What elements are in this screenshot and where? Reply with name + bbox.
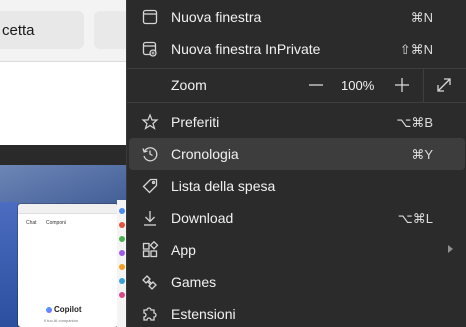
menu-item-label: Cronologia [171,146,239,162]
background-tab[interactable]: cetta [0,11,84,49]
menu-item-shortcut: ⌥⌘B [396,115,433,130]
menu-item-shopping-list[interactable]: Lista della spesa [129,170,465,202]
copilot-tagline: Il tuo AI companion [44,318,79,323]
menu-item-label: Nuova finestra [171,9,262,25]
zoom-control: Zoom 100% [129,68,465,102]
favorites-star-icon [141,113,159,131]
browser-settings-menu: Nuova finestra ⌘N Nuova finestra InPriva… [126,0,466,327]
games-icon [141,273,159,291]
submenu-chevron-right-icon [448,245,453,253]
price-tag-icon [141,177,159,195]
menu-item-history[interactable]: Cronologia ⌘Y [129,138,465,170]
thumbnail-tab-chat: Chat [26,220,37,226]
rail-icon [119,250,125,256]
background-page: cetta Chat Componi Copilot Il tuo AI com… [0,0,130,327]
menu-item-shortcut: ⌘N [410,10,433,25]
menu-item-shortcut: ⌘Y [411,147,433,162]
menu-item-games[interactable]: Games [129,266,465,298]
inprivate-window-icon [141,40,159,58]
zoom-divider [423,68,424,102]
menu-item-apps[interactable]: App [129,234,465,266]
menu-item-shortcut: ⌥⌘L [397,211,433,226]
background-divider [0,145,130,165]
zoom-in-plus-icon[interactable] [391,74,413,96]
menu-item-label: Preferiti [171,114,220,130]
menu-item-favorites[interactable]: Preferiti ⌥⌘B [129,106,465,138]
menu-item-label: Games [171,274,217,290]
copilot-logo: Copilot [46,305,82,314]
background-chip [94,11,130,49]
rail-icon [119,264,125,270]
window-icon [141,8,159,26]
menu-item-downloads[interactable]: Download ⌥⌘L [129,202,465,234]
menu-item-label: Estensioni [171,306,236,322]
zoom-level: 100% [341,78,375,93]
extensions-puzzle-icon [141,305,159,323]
menu-item-shortcut: ⇧⌘N [399,42,433,57]
menu-item-label: App [171,242,196,258]
menu-item-extensions[interactable]: Estensioni [129,298,465,327]
menu-separator [127,102,466,103]
apps-icon [141,241,159,259]
thumbnail-titlebar [18,204,118,214]
copilot-logo-text: Copilot [54,305,82,314]
rail-icon [119,292,125,298]
menu-item-label: Download [171,210,234,226]
fullscreen-expand-icon[interactable] [434,75,454,95]
background-wallpaper-strip [0,202,18,327]
rail-icon [119,222,125,228]
rail-icon [119,278,125,284]
rail-icon [119,236,125,242]
background-tab-text: cetta [2,22,35,39]
zoom-label: Zoom [171,77,207,93]
background-toolbar: cetta [0,0,130,62]
copilot-logo-icon [46,307,52,313]
menu-item-label: Lista della spesa [171,178,276,194]
download-icon [141,209,159,227]
thumbnail-tab-componi: Componi [46,220,67,226]
rail-icon [119,208,125,214]
zoom-out-minus-icon[interactable] [305,74,327,96]
menu-item-new-window[interactable]: Nuova finestra ⌘N [129,1,465,33]
copilot-window-thumbnail: Chat Componi Copilot Il tuo AI companion [18,204,118,327]
history-icon [141,145,159,163]
menu-item-new-inprivate-window[interactable]: Nuova finestra InPrivate ⇧⌘N [129,33,465,65]
menu-item-label: Nuova finestra InPrivate [171,41,321,57]
